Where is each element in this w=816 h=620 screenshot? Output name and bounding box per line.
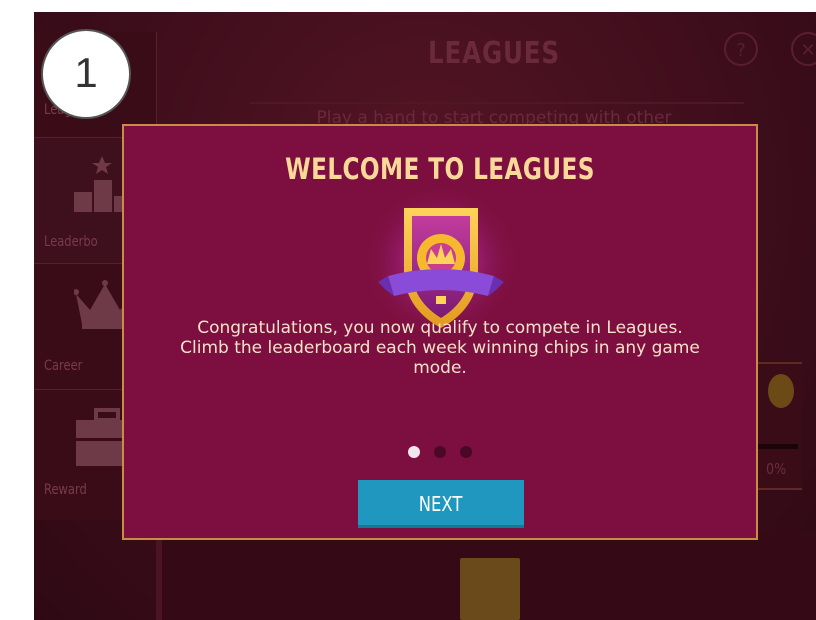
close-icon: ✕	[800, 40, 816, 61]
chip-icon	[768, 374, 794, 408]
title-divider	[250, 102, 744, 104]
page-dot-active[interactable]	[408, 446, 420, 458]
page-title: LEAGUES	[428, 36, 560, 71]
help-button[interactable]: ?	[724, 32, 758, 66]
page-dot[interactable]	[434, 446, 446, 458]
next-button-label: NEXT	[419, 492, 463, 516]
game-screen: LEAGUES Play a hand to start competing w…	[34, 12, 816, 620]
next-button[interactable]: NEXT	[358, 480, 524, 528]
page-indicator	[408, 446, 478, 458]
message-line: mode.	[413, 358, 467, 378]
modal-message: Congratulations, you now qualify to comp…	[138, 318, 742, 378]
league-badge-icon	[460, 558, 520, 620]
page-dot[interactable]	[460, 446, 472, 458]
league-shield-crown-icon	[361, 182, 521, 338]
step-number-badge: 1	[41, 29, 131, 119]
progress-bar	[752, 444, 798, 449]
welcome-modal: WELCOME TO LEAGUES Congratulations, you …	[122, 124, 758, 540]
message-line: Climb the leaderboard each week winning …	[180, 338, 700, 358]
progress-percent: 0%	[766, 460, 787, 478]
help-icon: ?	[736, 40, 746, 61]
panel-edge	[156, 532, 162, 620]
message-line: Congratulations, you now qualify to comp…	[197, 318, 683, 338]
